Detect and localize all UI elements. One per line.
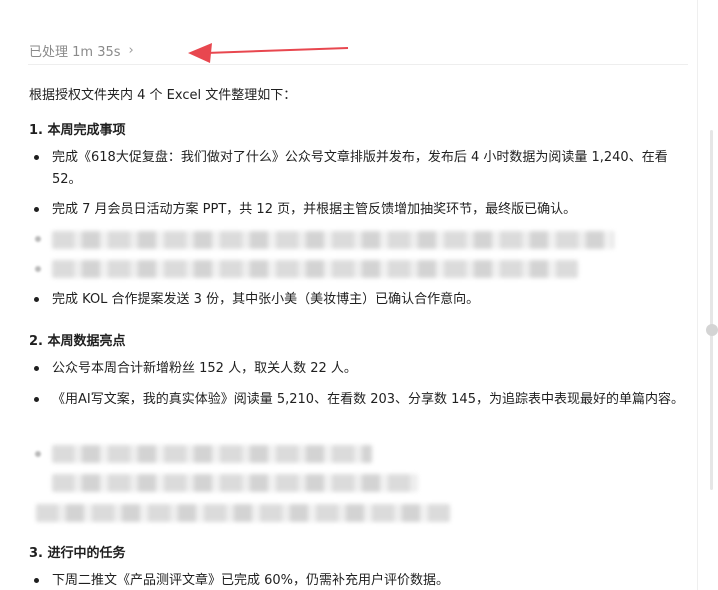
redacted-content [36, 504, 450, 522]
list-item: 公众号本周合计新增粉丝 152 人，取关人数 22 人。 [34, 358, 684, 380]
redacted-content [52, 474, 418, 492]
scrollbar-thumb[interactable] [706, 324, 718, 336]
section-heading: 2. 本周数据亮点 [29, 334, 126, 349]
red-arrow-annotation [188, 43, 349, 63]
list-item: 完成《618大促复盘：我们做对了什么》公众号文章排版并发布，发布后 4 小时数据… [34, 147, 684, 191]
list-item: 完成 7 月会员日活动方案 PPT，共 12 页，并根据主管反馈增加抽奖环节，最… [34, 199, 684, 221]
redacted-content [52, 445, 372, 463]
scrollbar[interactable] [697, 0, 718, 590]
list-item: 下周二推文《产品测评文章》已完成 60%，仍需补充用户评价数据。 [34, 570, 684, 590]
processing-status-label: 已处理 1m 35s [29, 45, 121, 60]
redacted-bullet [35, 451, 41, 457]
redacted-bullet [35, 236, 41, 242]
list-item: 完成 KOL 合作提案发送 3 份，其中张小美（美妆博主）已确认合作意向。 [34, 289, 684, 311]
bullet-icon [34, 207, 39, 212]
chevron-right-icon: › [128, 43, 134, 58]
redacted-content [52, 260, 578, 278]
divider [28, 64, 688, 65]
bullet-icon [34, 155, 39, 160]
processing-status-toggle[interactable]: 已处理 1m 35s › [29, 41, 134, 60]
redacted-bullet [35, 266, 41, 272]
chat-content: 已处理 1m 35s › 根据授权文件夹内 4 个 Excel 文件整理如下： … [0, 0, 698, 590]
list-item: 《用AI写文案，我的真实体验》阅读量 5,210、在看数 203、分享数 145… [34, 389, 684, 411]
bullet-icon [34, 578, 39, 583]
section-heading: 3. 进行中的任务 [29, 546, 126, 561]
redacted-content [52, 231, 614, 249]
bullet-icon [34, 397, 39, 402]
scrollbar-track[interactable] [710, 130, 713, 490]
section-heading: 1. 本周完成事项 [29, 123, 126, 138]
intro-text: 根据授权文件夹内 4 个 Excel 文件整理如下： [29, 88, 297, 103]
bullet-icon [34, 366, 39, 371]
bullet-icon [34, 297, 39, 302]
